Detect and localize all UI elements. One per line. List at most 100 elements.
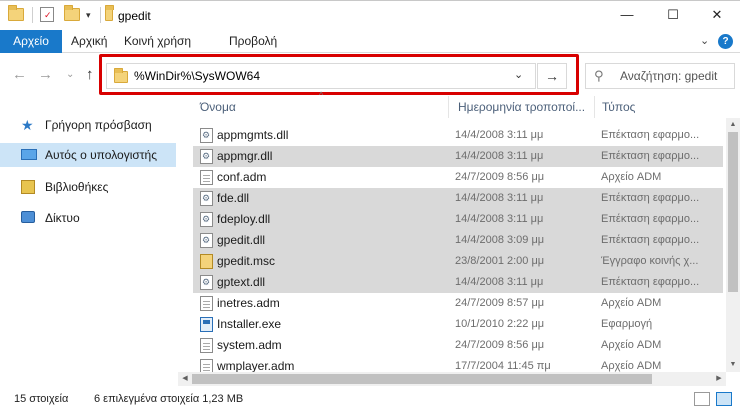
column-type[interactable]: Τύπος xyxy=(602,100,635,114)
sort-indicator-icon: ^ xyxy=(319,90,324,100)
adm-file-icon xyxy=(200,296,213,311)
window-folder-icon xyxy=(105,5,114,21)
horizontal-scrollbar[interactable]: ◀ ▶ xyxy=(178,372,726,386)
file-row[interactable]: Installer.exe 10/1/2010 2:22 μμ Εφαρμογή xyxy=(193,314,723,335)
file-row[interactable]: system.adm 24/7/2009 8:56 μμ Αρχείο ADM xyxy=(193,335,723,356)
file-row[interactable]: appmgmts.dll 14/4/2008 3:11 μμ Επέκταση εφ… xyxy=(193,125,723,146)
search-icon: ⚲ xyxy=(594,68,604,83)
scroll-right-icon[interactable]: ▶ xyxy=(712,372,726,386)
navigation-pane: ★ Γρήγορη πρόσβαση Αυτός ο υπολογιστής Β… xyxy=(0,96,178,388)
sidebar-item-label: Αυτός ο υπολογιστής xyxy=(45,148,157,162)
file-name: system.adm xyxy=(217,338,282,352)
sidebar-item-quick-access[interactable]: ★ Γρήγορη πρόσβαση xyxy=(0,113,176,137)
file-list: appmgmts.dll 14/4/2008 3:11 μμ Επέκταση εφ… xyxy=(178,125,726,372)
sidebar-item-this-pc[interactable]: Αυτός ο υπολογιστής xyxy=(0,143,176,167)
file-date: 24/7/2009 8:57 μμ xyxy=(455,297,545,309)
dll-file-icon xyxy=(200,128,213,143)
vertical-scrollbar[interactable]: ▲ ▼ xyxy=(726,118,740,372)
file-date: 23/8/2001 2:00 μμ xyxy=(455,255,545,267)
tab-home[interactable]: Αρχική xyxy=(71,30,107,53)
file-name: Installer.exe xyxy=(217,317,282,331)
search-input[interactable]: ⚲ Αναζήτηση: gpedit xyxy=(585,63,735,89)
file-date: 14/4/2008 3:11 μμ xyxy=(455,192,544,204)
file-date: 14/4/2008 3:11 μμ xyxy=(455,276,544,288)
file-name: wmplayer.adm xyxy=(217,359,295,372)
dll-file-icon xyxy=(200,149,213,164)
file-type: Αρχείο ADM xyxy=(601,339,662,351)
file-row[interactable]: conf.adm 24/7/2009 8:56 μμ Αρχείο ADM xyxy=(193,167,723,188)
file-type: Επέκταση εφαρμο... xyxy=(601,213,700,225)
file-date: 14/4/2008 3:11 μμ xyxy=(455,129,544,141)
column-name[interactable]: Όνομα xyxy=(200,100,236,114)
horizontal-scroll-thumb[interactable] xyxy=(192,374,652,384)
customize-toolbar-icon[interactable]: ▾ xyxy=(86,10,91,21)
network-icon xyxy=(21,211,35,223)
file-type: Αρχείο ADM xyxy=(601,297,662,309)
maximize-button[interactable]: ☐ xyxy=(650,1,696,31)
file-date: 17/7/2004 11:45 πμ xyxy=(455,360,551,372)
scroll-up-icon[interactable]: ▲ xyxy=(726,118,740,132)
column-divider[interactable] xyxy=(448,96,449,118)
sidebar-item-label: Δίκτυο xyxy=(45,211,80,225)
file-row[interactable]: wmplayer.adm 17/7/2004 11:45 πμ Αρχείο ADM xyxy=(193,356,723,372)
star-icon: ★ xyxy=(21,117,34,133)
column-date-modified[interactable]: Ημερομηνία τροποποί... xyxy=(458,100,585,114)
new-folder-icon[interactable] xyxy=(64,5,80,21)
divider xyxy=(32,7,33,23)
large-icons-view-icon[interactable] xyxy=(716,392,732,406)
sidebar-item-network[interactable]: Δίκτυο xyxy=(0,206,176,230)
file-name: gpedit.msc xyxy=(217,254,276,268)
tab-file[interactable]: Αρχείο xyxy=(0,30,62,53)
file-row[interactable]: gpedit.msc 23/8/2001 2:00 μμ Έγγραφο κοινή… xyxy=(193,251,723,272)
scroll-down-icon[interactable]: ▼ xyxy=(726,358,740,372)
file-type: Επέκταση εφαρμο... xyxy=(601,192,700,204)
file-name: gpedit.dll xyxy=(217,233,266,247)
exe-file-icon xyxy=(200,317,213,332)
file-name: fde.dll xyxy=(217,191,250,205)
file-row[interactable]: fde.dll 14/4/2008 3:11 μμ Επέκταση εφαρμο.… xyxy=(193,188,723,209)
file-name: conf.adm xyxy=(217,170,267,184)
item-count: 15 στοιχεία xyxy=(14,393,69,405)
tab-view[interactable]: Προβολή xyxy=(229,30,277,53)
back-button[interactable]: ← xyxy=(12,66,27,83)
vertical-scroll-thumb[interactable] xyxy=(728,132,738,292)
file-name: appmgmts.dll xyxy=(217,128,289,142)
forward-button[interactable]: → xyxy=(38,66,53,83)
computer-icon xyxy=(21,149,37,160)
recent-locations-button[interactable]: ⌄ xyxy=(66,69,74,80)
file-date: 14/4/2008 3:11 μμ xyxy=(455,213,544,225)
file-type: Επέκταση εφαρμο... xyxy=(601,129,700,141)
file-name: appmgr.dll xyxy=(217,149,273,163)
file-type: Αρχείο ADM xyxy=(601,360,662,372)
file-name: gptext.dll xyxy=(217,275,266,289)
minimize-button[interactable]: — xyxy=(604,1,650,31)
file-row[interactable]: appmgr.dll 14/4/2008 3:11 μμ Επέκταση εφαρ… xyxy=(193,146,723,167)
msc-file-icon xyxy=(200,254,213,269)
file-date: 10/1/2010 2:22 μμ xyxy=(455,318,545,330)
column-header: ^ Όνομα Ημερομηνία τροποποί... Τύπος xyxy=(178,90,726,118)
file-date: 24/7/2009 8:56 μμ xyxy=(455,339,545,351)
sidebar-item-libraries[interactable]: Βιβλιοθήκες xyxy=(0,175,176,199)
properties-icon[interactable]: ✓ xyxy=(40,7,54,22)
file-row[interactable]: gptext.dll 14/4/2008 3:11 μμ Επέκταση εφαρ… xyxy=(193,272,723,293)
file-row[interactable]: gpedit.dll 14/4/2008 3:09 μμ Επέκταση εφαρ… xyxy=(193,230,723,251)
help-icon[interactable]: ? xyxy=(718,34,733,49)
status-bar: 15 στοιχεία 6 επιλεγμένα στοιχεία 1,23 M… xyxy=(0,388,740,410)
file-type: Έγγραφο κοινής χ... xyxy=(601,255,699,267)
details-view-icon[interactable] xyxy=(694,392,710,406)
file-type: Εφαρμογή xyxy=(601,318,653,330)
selection-info: 6 επιλεγμένα στοιχεία 1,23 MB xyxy=(94,393,244,405)
file-name: fdeploy.dll xyxy=(217,212,271,226)
file-row[interactable]: fdeploy.dll 14/4/2008 3:11 μμ Επέκταση εφα… xyxy=(193,209,723,230)
file-date: 14/4/2008 3:09 μμ xyxy=(455,234,545,246)
file-date: 24/7/2009 8:56 μμ xyxy=(455,171,545,183)
divider xyxy=(100,7,101,23)
column-divider[interactable] xyxy=(594,96,595,118)
up-button[interactable]: ↑ xyxy=(86,66,94,83)
tab-share[interactable]: Κοινή χρήση xyxy=(124,30,191,53)
close-button[interactable]: ✕ xyxy=(694,1,740,31)
ribbon-expand-icon[interactable]: ⌄ xyxy=(700,34,709,47)
file-row[interactable]: inetres.adm 24/7/2009 8:57 μμ Αρχείο ADM xyxy=(193,293,723,314)
adm-file-icon xyxy=(200,338,213,353)
scroll-left-icon[interactable]: ◀ xyxy=(178,372,192,386)
